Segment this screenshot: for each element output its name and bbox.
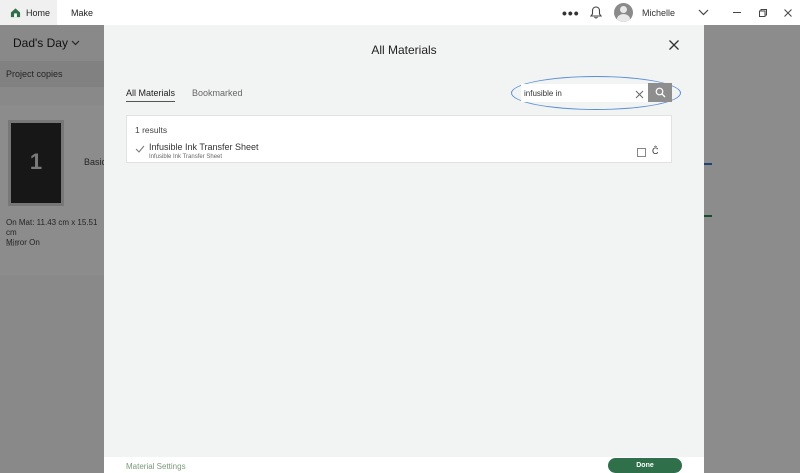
search-input[interactable] xyxy=(521,84,652,102)
all-materials-dialog: All Materials All Materials Bookmarked 1… xyxy=(104,25,704,473)
user-name[interactable]: Michelle xyxy=(642,0,675,25)
bookmark-checkbox[interactable] xyxy=(637,148,646,157)
done-button[interactable]: Done xyxy=(608,458,682,473)
clear-icon[interactable] xyxy=(634,87,645,99)
material-settings-link[interactable]: Material Settings xyxy=(126,462,186,471)
close-icon[interactable] xyxy=(775,0,800,25)
results-count: 1 results xyxy=(135,125,168,135)
results-list: 1 results Infusible Ink Transfer Sheet I… xyxy=(126,115,672,163)
search-icon xyxy=(655,87,665,98)
tab-all-materials[interactable]: All Materials xyxy=(126,88,176,102)
restore-icon[interactable] xyxy=(750,0,776,25)
chevron-down-icon[interactable] xyxy=(698,0,709,25)
tab-make[interactable]: Make xyxy=(57,0,104,25)
avatar-icon[interactable] xyxy=(614,3,633,22)
minimize-icon[interactable] xyxy=(724,0,750,25)
result-material-subtitle: Infusible Ink Transfer Sheet xyxy=(149,154,223,160)
check-icon xyxy=(135,145,145,153)
home-icon xyxy=(10,8,21,18)
close-icon[interactable] xyxy=(666,37,682,53)
title-bar: Home Make ••• Michelle xyxy=(0,0,800,25)
bell-icon[interactable] xyxy=(590,0,602,25)
tab-bookmarked[interactable]: Bookmarked xyxy=(192,88,243,98)
tab-home[interactable]: Home xyxy=(0,0,57,25)
edit-icon[interactable]: Ĉ xyxy=(652,146,659,156)
search-button[interactable] xyxy=(648,83,672,102)
tab-home-label: Home xyxy=(26,7,51,18)
dialog-title: All Materials xyxy=(371,43,437,57)
result-material-name[interactable]: Infusible Ink Transfer Sheet xyxy=(149,142,259,152)
tab-make-label: Make xyxy=(71,7,94,18)
more-icon[interactable]: ••• xyxy=(562,0,580,25)
